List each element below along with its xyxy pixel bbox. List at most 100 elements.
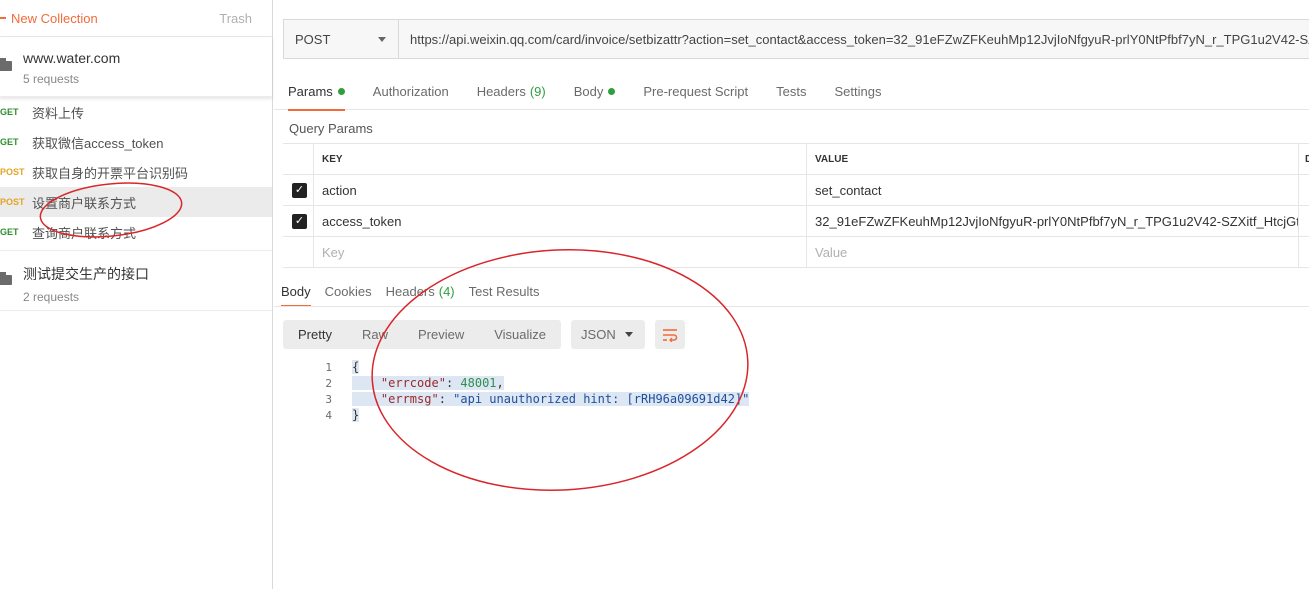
- collection-count: 2 requests: [23, 290, 80, 304]
- column-header-key: KEY: [313, 144, 807, 174]
- code-text: "errmsg": "api unauthorized hint: [rRH96…: [352, 392, 750, 406]
- param-description[interactable]: [1299, 175, 1309, 205]
- table-header-row: KEY VALUE D: [283, 144, 1309, 175]
- checkbox-checked[interactable]: ✓: [292, 182, 307, 198]
- param-description[interactable]: [1299, 206, 1309, 236]
- request-tabs: Params Authorization Headers (9) Body Pr…: [274, 74, 1309, 111]
- new-collection-button[interactable]: New Collection: [0, 11, 98, 26]
- value-input[interactable]: Value: [807, 237, 1299, 267]
- checkbox-checked[interactable]: ✓: [292, 213, 307, 229]
- format-value: JSON: [581, 327, 616, 342]
- json-string: "api unauthorized hint: [rRH96a09691d42]…: [453, 392, 750, 406]
- request-item[interactable]: POST 获取自身的开票平台识别码: [0, 157, 272, 187]
- collection-name: www.water.com: [23, 50, 121, 66]
- json-brace: {: [352, 360, 360, 374]
- request-item-active[interactable]: POST 设置商户联系方式: [0, 187, 272, 217]
- request-label: 资料上传: [32, 105, 85, 121]
- response-toolbar: Pretty Raw Preview Visualize JSON: [283, 320, 686, 349]
- code-line: 1 {: [307, 359, 749, 375]
- method-badge: GET: [0, 137, 19, 147]
- row-checkbox-cell: ✓: [283, 175, 313, 205]
- chevron-down-icon: [378, 36, 386, 42]
- collection-item[interactable]: www.water.com 5 requests: [0, 37, 272, 97]
- view-mode-group: Pretty Raw Preview Visualize: [283, 320, 562, 349]
- raw-button[interactable]: Raw: [347, 320, 403, 349]
- request-editor: POST https://api.weixin.qq.com/card/invo…: [274, 0, 1309, 589]
- folder-icon: [0, 58, 12, 71]
- url-input[interactable]: https://api.weixin.qq.com/card/invoice/s…: [399, 20, 1309, 58]
- code-text: "errcode": 48001,: [352, 376, 504, 390]
- method-value: POST: [295, 31, 331, 47]
- url-bar: POST https://api.weixin.qq.com/card/invo…: [283, 19, 1309, 59]
- json-brace: }: [352, 408, 360, 422]
- collection-count: 5 requests: [23, 72, 80, 86]
- method-select[interactable]: POST: [284, 20, 399, 58]
- tab-headers-count: (9): [529, 84, 546, 99]
- method-badge: GET: [0, 107, 19, 117]
- sidebar: New Collection Trash www.water.com 5 req…: [0, 0, 273, 589]
- response-body-code[interactable]: 1 { 2 "errcode": 48001, 3 "errmsg": "api…: [307, 359, 750, 423]
- json-number: 48001: [460, 376, 497, 390]
- request-list: GET 资料上传 GET 获取微信access_token POST 获取自身的…: [0, 97, 272, 251]
- sidebar-header: New Collection Trash: [0, 0, 272, 37]
- minus-icon: [0, 17, 6, 19]
- table-row: ✓ access_token 32_91eFZwZFKeuhMp12JvjIoN…: [283, 206, 1309, 237]
- collection-item[interactable]: 测试提交生产的接口 2 requests: [0, 251, 272, 311]
- description-input[interactable]: [1299, 237, 1309, 267]
- folder-icon: [0, 272, 12, 285]
- format-select[interactable]: JSON: [571, 320, 646, 349]
- visualize-button[interactable]: Visualize: [479, 320, 561, 349]
- method-badge: GET: [0, 227, 19, 237]
- request-item[interactable]: GET 获取微信access_token: [0, 127, 272, 157]
- preview-button[interactable]: Preview: [403, 320, 479, 349]
- tab-response-headers[interactable]: Headers (4): [379, 276, 462, 306]
- trash-link[interactable]: Trash: [219, 11, 252, 26]
- tab-headers-label: Headers: [476, 84, 526, 99]
- request-label: 获取微信access_token: [32, 135, 164, 151]
- line-number: 4: [325, 408, 332, 422]
- method-badge: POST: [0, 197, 25, 207]
- row-checkbox-cell: ✓: [283, 206, 313, 236]
- code-line: 2 "errcode": 48001,: [307, 375, 749, 391]
- tab-body[interactable]: Body: [560, 74, 630, 110]
- tab-authorization[interactable]: Authorization: [359, 74, 463, 110]
- tab-response-body[interactable]: Body: [274, 276, 318, 307]
- line-number: 3: [325, 392, 332, 406]
- status-dot-icon: [608, 88, 616, 95]
- wrap-lines-icon: [663, 328, 678, 342]
- tab-tests[interactable]: Tests: [762, 74, 820, 110]
- status-dot-icon: [337, 88, 345, 95]
- request-label: 设置商户联系方式: [32, 195, 137, 211]
- method-badge: POST: [0, 167, 25, 177]
- tab-prerequest-script[interactable]: Pre-request Script: [629, 74, 762, 110]
- tab-response-cookies[interactable]: Cookies: [318, 276, 379, 306]
- request-item[interactable]: GET 查询商户联系方式: [0, 217, 272, 247]
- json-key: "errmsg": [380, 392, 439, 406]
- tab-headers[interactable]: Headers (9): [463, 74, 560, 110]
- tab-params[interactable]: Params: [274, 74, 359, 111]
- param-key[interactable]: access_token: [313, 206, 807, 236]
- pretty-button[interactable]: Pretty: [283, 320, 347, 349]
- tab-params-label: Params: [288, 84, 333, 99]
- tab-settings[interactable]: Settings: [820, 74, 895, 110]
- param-key[interactable]: action: [313, 175, 807, 205]
- tab-body-label: Body: [573, 84, 604, 99]
- line-number: 2: [325, 376, 332, 390]
- json-key: "errcode": [380, 376, 446, 390]
- column-header-description: D: [1305, 153, 1309, 165]
- tab-test-results[interactable]: Test Results: [462, 276, 547, 306]
- param-value[interactable]: 32_91eFZwZFKeuhMp12JvjIoNfgyuR-prlY0NtPf…: [807, 206, 1299, 236]
- request-label: 查询商户联系方式: [32, 225, 137, 241]
- line-number: 1: [325, 360, 332, 374]
- param-value[interactable]: set_contact: [807, 175, 1299, 205]
- wrap-lines-button[interactable]: [655, 320, 686, 349]
- request-item[interactable]: GET 资料上传: [0, 97, 272, 127]
- tab-response-headers-count: (4): [438, 283, 455, 299]
- divider: [274, 306, 1309, 307]
- response-tabs: Body Cookies Headers (4) Test Results: [274, 276, 547, 307]
- header-checkbox-cell: [283, 144, 313, 174]
- tab-response-headers-label: Headers: [385, 283, 435, 299]
- key-input[interactable]: Key: [313, 237, 807, 267]
- params-table: KEY VALUE D ✓ action set_contact ✓ acces…: [283, 143, 1309, 268]
- code-text: }: [352, 408, 360, 422]
